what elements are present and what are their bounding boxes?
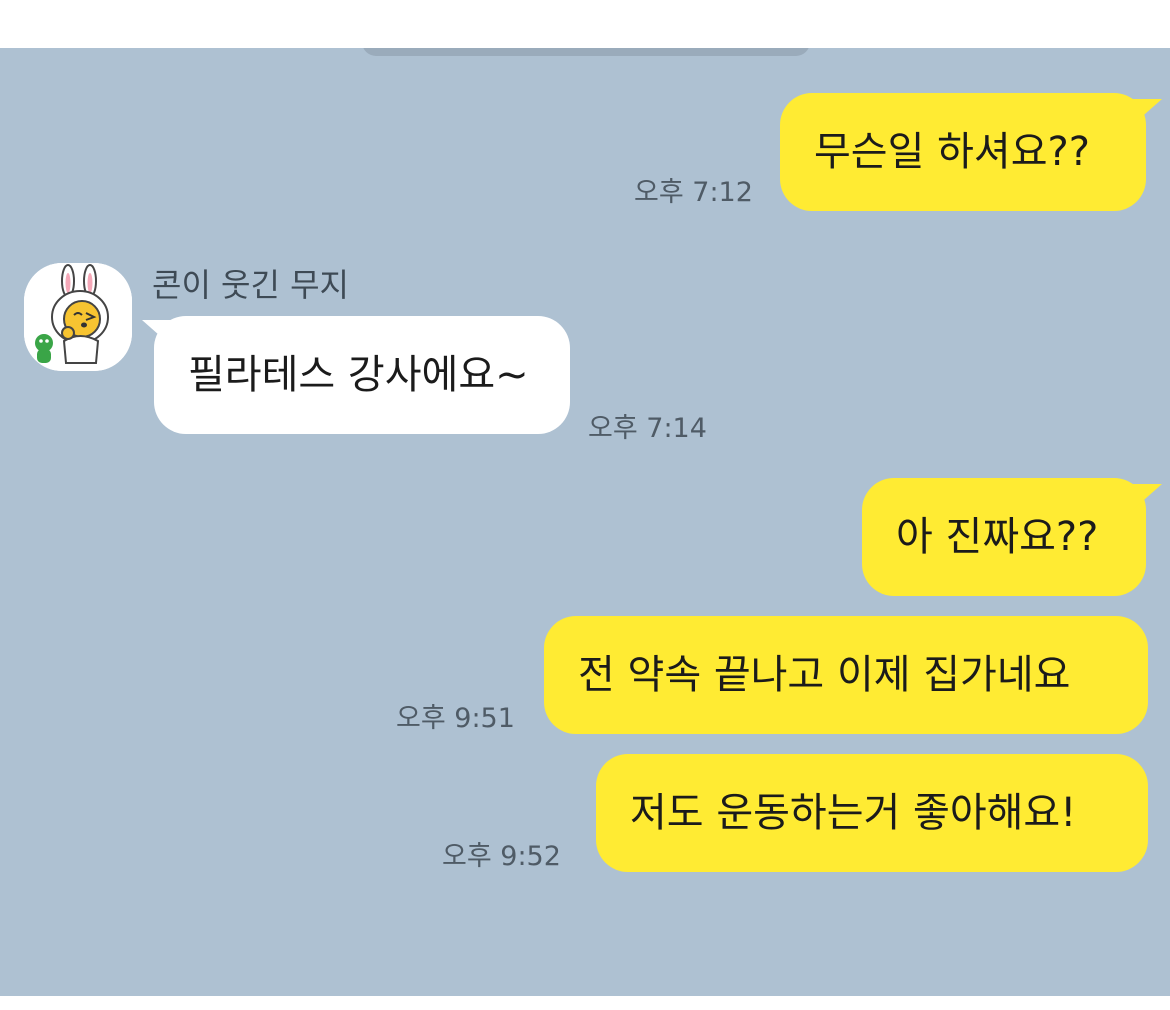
my-message-bubble[interactable]: 저도 운동하는거 좋아해요! — [596, 754, 1148, 872]
screenshot-frame: 오후 7:12 무슨일 하셔요?? 콘이 웃긴 무지 필라테스 강사에요~ 오후… — [0, 0, 1170, 1010]
rabbit-character-icon — [24, 263, 132, 371]
chat-area[interactable]: 오후 7:12 무슨일 하셔요?? 콘이 웃긴 무지 필라테스 강사에요~ 오후… — [0, 48, 1170, 996]
my-message-bubble[interactable]: 전 약속 끝나고 이제 집가네요 — [544, 616, 1148, 734]
bubble-tail — [1128, 99, 1162, 129]
message-time: 오후 7:12 — [634, 177, 753, 208]
message-text: 저도 운동하는거 좋아해요! — [630, 790, 1077, 836]
message-text: 필라테스 강사에요~ — [188, 352, 529, 398]
bubble-tail — [142, 320, 176, 350]
my-message-bubble[interactable]: 무슨일 하셔요?? — [780, 93, 1162, 211]
other-message-bubble[interactable]: 필라테스 강사에요~ — [142, 316, 570, 434]
message-text: 아 진짜요?? — [896, 514, 1099, 560]
message-time: 오후 9:51 — [396, 703, 515, 734]
bubble-tail — [1128, 484, 1162, 514]
message-text: 전 약속 끝나고 이제 집가네요 — [578, 652, 1071, 698]
my-message-bubble[interactable]: 아 진짜요?? — [862, 478, 1162, 596]
sender-name: 콘이 웃긴 무지 — [152, 266, 349, 304]
sender-avatar[interactable] — [24, 263, 132, 371]
message-time: 오후 7:14 — [588, 413, 707, 444]
top-bar-edge — [362, 48, 810, 56]
message-time: 오후 9:52 — [442, 841, 561, 872]
message-text: 무슨일 하셔요?? — [814, 129, 1090, 175]
